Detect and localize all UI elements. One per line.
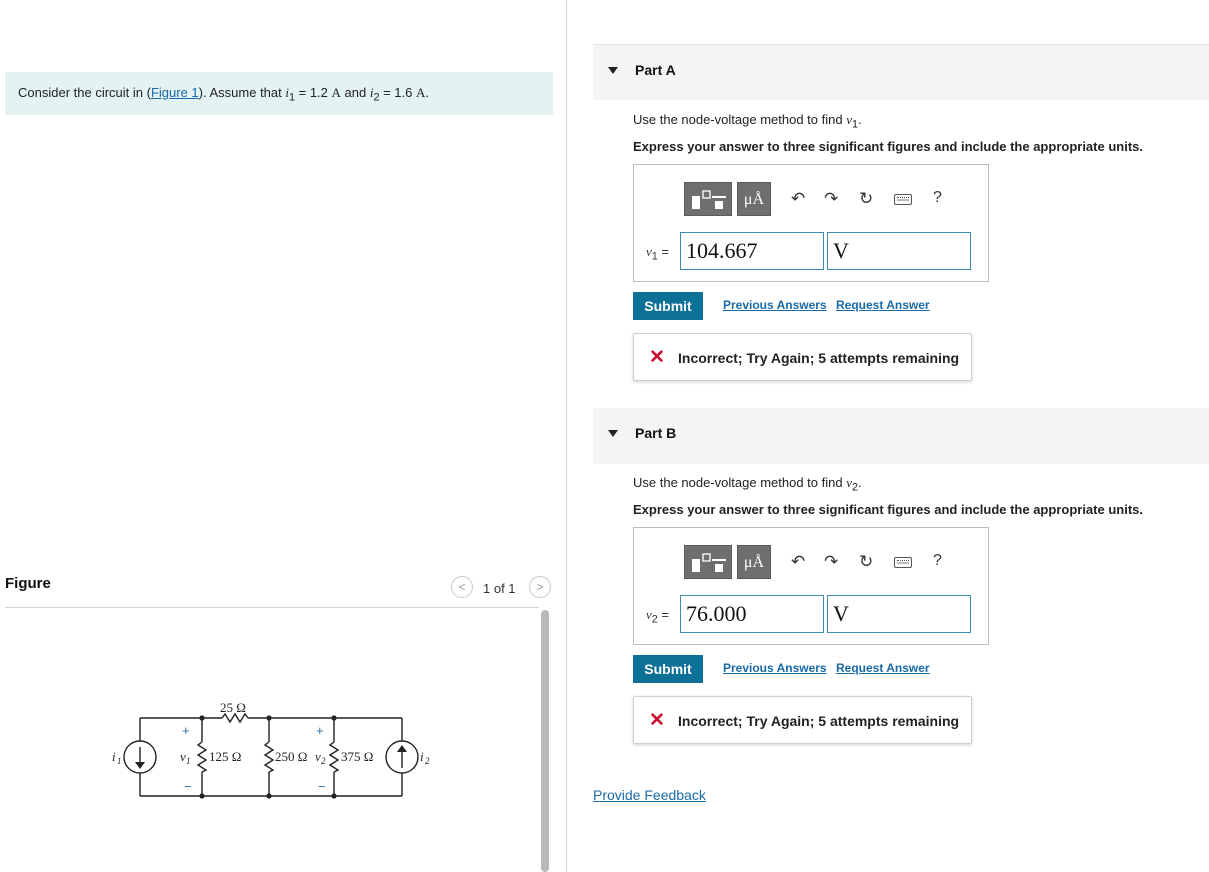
r375-label: 375 Ω bbox=[341, 749, 373, 764]
templates-button[interactable] bbox=[684, 545, 732, 579]
units-button[interactable]: μÅ bbox=[737, 545, 771, 579]
part-b-instruction-end: . bbox=[858, 475, 862, 490]
provide-feedback-link[interactable]: Provide Feedback bbox=[593, 787, 706, 803]
part-a-request-answer-link[interactable]: Request Answer bbox=[836, 298, 930, 312]
part-b-feedback-text: Incorrect; Try Again; 5 attempts remaini… bbox=[678, 713, 960, 729]
part-b-feedback: ✕ Incorrect; Try Again; 5 attempts remai… bbox=[633, 696, 972, 744]
part-a-previous-answers-link[interactable]: Previous Answers bbox=[723, 298, 827, 312]
incorrect-x-icon: ✕ bbox=[649, 347, 665, 368]
part-a-instruction: Use the node-voltage method to find v1. bbox=[633, 112, 862, 131]
problem-end: . bbox=[425, 85, 429, 100]
part-b-value-input[interactable]: 76.000 bbox=[680, 595, 824, 633]
redo-icon[interactable]: ↷ bbox=[824, 553, 838, 571]
figure-pager: 1 of 1 bbox=[483, 581, 516, 596]
next-figure-button[interactable]: > bbox=[529, 576, 551, 598]
part-a-var-label: v1 = bbox=[646, 244, 669, 263]
problem-pane: Consider the circuit in (Figure 1). Assu… bbox=[0, 0, 566, 872]
r25-label: 25 Ω bbox=[220, 700, 246, 715]
i1-value: = 1.2 bbox=[295, 85, 332, 100]
part-b-request-answer-link[interactable]: Request Answer bbox=[836, 661, 930, 675]
v2-minus: − bbox=[318, 779, 326, 794]
units-button[interactable]: μÅ bbox=[737, 182, 771, 216]
part-a-feedback-text: Incorrect; Try Again; 5 attempts remaini… bbox=[678, 350, 960, 366]
undo-icon[interactable]: ↶ bbox=[791, 190, 805, 208]
part-a-header[interactable]: Part A bbox=[593, 44, 1209, 100]
keyboard-icon[interactable] bbox=[894, 194, 912, 205]
part-a-feedback: ✕ Incorrect; Try Again; 5 attempts remai… bbox=[633, 333, 972, 381]
part-b-submit-button[interactable]: Submit bbox=[633, 655, 703, 683]
i1-unit: A bbox=[331, 85, 341, 100]
part-a-instruction-text: Use the node-voltage method to find bbox=[633, 112, 847, 127]
keyboard-icon[interactable] bbox=[894, 557, 912, 568]
problem-text-1: Consider the circuit in ( bbox=[18, 85, 151, 100]
figure-divider bbox=[5, 607, 539, 608]
figure-scrollbar[interactable] bbox=[541, 610, 549, 872]
part-b-unit-input[interactable]: V bbox=[827, 595, 971, 633]
help-icon[interactable]: ? bbox=[933, 189, 942, 207]
templates-icon bbox=[692, 190, 726, 209]
redo-icon[interactable]: ↷ bbox=[824, 190, 838, 208]
help-icon[interactable]: ? bbox=[933, 552, 942, 570]
i1-source-sub: 1 bbox=[117, 756, 122, 766]
reset-icon[interactable]: ↻ bbox=[859, 553, 873, 571]
part-b-var-label: v2 = bbox=[646, 607, 669, 626]
i2-source-label: i bbox=[420, 749, 424, 764]
part-b-title: Part B bbox=[635, 425, 677, 441]
figure-link[interactable]: Figure 1 bbox=[151, 85, 199, 100]
i1-source-label: i bbox=[112, 749, 116, 764]
part-a-title: Part A bbox=[635, 62, 676, 78]
v1-plus: + bbox=[182, 723, 190, 738]
part-a-submit-button[interactable]: Submit bbox=[633, 292, 703, 320]
part-a-instruction-end: . bbox=[858, 112, 862, 127]
v2-node-sub: 2 bbox=[321, 756, 326, 766]
part-b-instruction: Use the node-voltage method to find v2. bbox=[633, 475, 862, 494]
part-a-toolbar: μÅ ↶ ↷ ↻ ? bbox=[684, 182, 954, 218]
part-b-previous-answers-link[interactable]: Previous Answers bbox=[723, 661, 827, 675]
circuit-diagram: 25 Ω 125 Ω 250 Ω 375 Ω i 1 i 2 v 1 v 2 +… bbox=[112, 700, 430, 799]
undo-icon[interactable]: ↶ bbox=[791, 553, 805, 571]
part-b-toolbar: μÅ ↶ ↷ ↻ ? bbox=[684, 545, 954, 581]
figure-title: Figure bbox=[5, 575, 51, 592]
i2-value: = 1.6 bbox=[379, 85, 416, 100]
part-b-label-eq: = bbox=[657, 607, 670, 622]
problem-statement: Consider the circuit in (Figure 1). Assu… bbox=[5, 72, 553, 115]
r250-label: 250 Ω bbox=[275, 749, 307, 764]
i2-source-sub: 2 bbox=[425, 756, 430, 766]
problem-and: and bbox=[340, 85, 370, 100]
caret-down-icon bbox=[608, 67, 618, 74]
part-b-instruction-text: Use the node-voltage method to find bbox=[633, 475, 847, 490]
prev-figure-button[interactable]: < bbox=[451, 576, 473, 598]
incorrect-x-icon: ✕ bbox=[649, 710, 665, 731]
pane-divider bbox=[566, 0, 567, 872]
part-b-header[interactable]: Part B bbox=[593, 408, 1209, 464]
problem-text-2: ). Assume that bbox=[198, 85, 286, 100]
reset-icon[interactable]: ↻ bbox=[859, 190, 873, 208]
part-a-label-eq: = bbox=[657, 244, 670, 259]
v2-plus: + bbox=[316, 723, 324, 738]
part-b-answer-box: μÅ ↶ ↷ ↻ ? v2 = 76.000 V bbox=[633, 527, 989, 645]
part-a-unit-input[interactable]: V bbox=[827, 232, 971, 270]
templates-button[interactable] bbox=[684, 182, 732, 216]
part-a-emphasis: Express your answer to three significant… bbox=[633, 139, 1143, 154]
v1-node-sub: 1 bbox=[186, 756, 191, 766]
caret-down-icon bbox=[608, 430, 618, 437]
part-a-value-input[interactable]: 104.667 bbox=[680, 232, 824, 270]
r125-label: 125 Ω bbox=[209, 749, 241, 764]
v1-minus: − bbox=[184, 779, 192, 794]
part-b-emphasis: Express your answer to three significant… bbox=[633, 502, 1143, 517]
i2-unit: A bbox=[415, 85, 426, 100]
templates-icon bbox=[692, 553, 726, 572]
part-a-answer-box: μÅ ↶ ↷ ↻ ? v1 = 104.667 V bbox=[633, 164, 989, 282]
